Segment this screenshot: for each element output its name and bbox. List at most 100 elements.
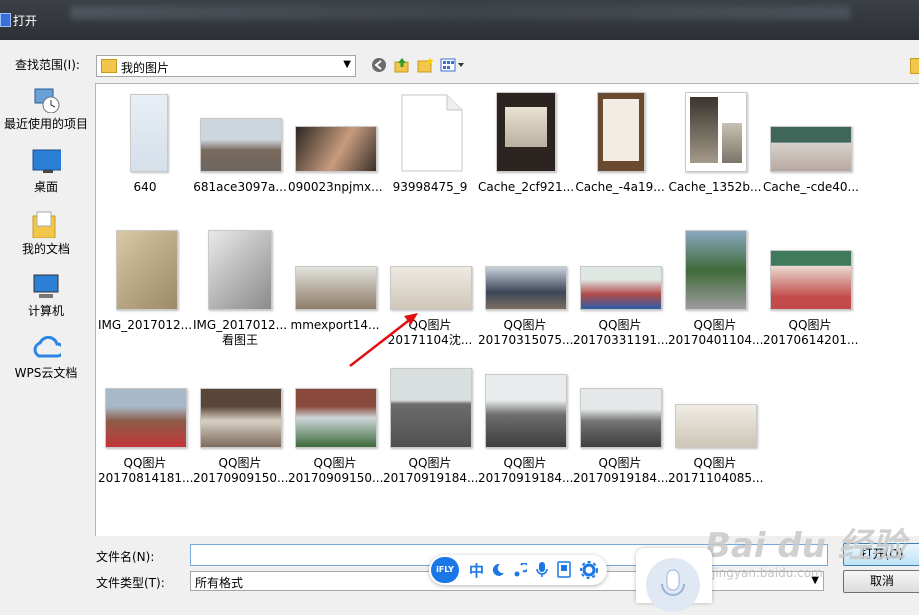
- file-name: QQ图片: [313, 456, 357, 470]
- place-recent-items[interactable]: 最近使用的项目: [0, 85, 92, 132]
- file-thumbnail: [200, 388, 282, 448]
- places-bar: 最近使用的项目 桌面 我的文档 计算机 WPS云文档: [0, 82, 92, 482]
- file-name: IMG_2017012...: [193, 318, 288, 332]
- file-name: QQ图片: [218, 456, 262, 470]
- ime-toolbar[interactable]: iFLY 中: [429, 555, 607, 585]
- file-thumbnail: [770, 250, 852, 310]
- file-item[interactable]: QQ图片 20170331191...: [573, 222, 669, 352]
- file-item[interactable]: QQ图片 20170919184...: [383, 360, 478, 490]
- recent-items-icon: [34, 88, 60, 113]
- file-item[interactable]: mmexport14...: [288, 222, 382, 352]
- file-name-line2: 20170919184...: [573, 471, 669, 485]
- file-list[interactable]: 640 681ace3097a... 090023npjmx... 939984…: [95, 83, 919, 536]
- file-thumbnail: [496, 92, 556, 172]
- file-thumbnail: [295, 266, 377, 310]
- file-item[interactable]: 640: [98, 84, 192, 204]
- file-name-line2: 20171104085...: [668, 471, 764, 485]
- file-name: QQ图片: [408, 456, 452, 470]
- filetype-label: 文件类型(T):: [96, 576, 165, 590]
- microphone-icon[interactable]: [535, 561, 549, 579]
- file-thumbnail: [580, 266, 662, 310]
- file-item[interactable]: QQ图片 20170909150...: [288, 360, 383, 490]
- file-item[interactable]: QQ图片 20170919184...: [478, 360, 574, 490]
- place-desktop[interactable]: 桌面: [0, 148, 92, 195]
- file-item[interactable]: IMG_2017012...: [98, 222, 192, 352]
- file-item[interactable]: QQ图片 20170919184...: [573, 360, 669, 490]
- file-name: 93998475_9: [392, 180, 468, 194]
- settings-gear-icon[interactable]: [580, 561, 598, 579]
- voice-input-panel[interactable]: [636, 548, 712, 612]
- file-item[interactable]: QQ图片 20171104沈...: [383, 222, 477, 352]
- cancel-button[interactable]: 取消: [843, 570, 919, 593]
- file-name: mmexport14...: [290, 318, 380, 332]
- generic-file-icon: [401, 94, 463, 172]
- file-thumbnail: [685, 230, 747, 310]
- file-name-line2: 20170614201...: [763, 333, 859, 347]
- file-name-line2: 看图王: [221, 333, 258, 347]
- file-thumbnail: [675, 404, 757, 448]
- file-item[interactable]: IMG_2017012... 看图王: [193, 222, 287, 352]
- file-item[interactable]: QQ图片 20171104085...: [668, 360, 764, 490]
- file-item[interactable]: 090023npjmx...: [288, 84, 383, 204]
- file-name-line2: 20170919184...: [478, 471, 574, 485]
- file-item[interactable]: Cache_2cf921...: [478, 84, 575, 204]
- documents-folder-icon: [32, 211, 56, 238]
- file-item[interactable]: QQ图片 20170909150...: [193, 360, 289, 490]
- file-name-line2: 20170401104...: [668, 333, 764, 347]
- place-wps-cloud[interactable]: WPS云文档: [0, 334, 92, 381]
- file-name: QQ图片: [503, 456, 547, 470]
- watermark-url: jingyan.baidu.com: [712, 566, 823, 580]
- window-title: 打开: [13, 14, 38, 28]
- file-name: 090023npjmx...: [288, 180, 383, 194]
- file-item[interactable]: QQ图片 20170814181...: [98, 360, 194, 490]
- file-name-line2: 20170814181...: [98, 471, 194, 485]
- file-name: QQ图片: [693, 318, 737, 332]
- file-name: QQ图片: [598, 456, 642, 470]
- file-name: QQ图片: [693, 456, 737, 470]
- file-item[interactable]: 681ace3097a...: [193, 84, 287, 204]
- app-icon: [0, 13, 11, 27]
- file-thumbnail: [116, 230, 178, 310]
- blurred-title-area: [70, 6, 850, 20]
- back-button[interactable]: [370, 56, 388, 74]
- lookin-label: 查找范围(I):: [15, 58, 80, 72]
- file-name: Cache_-4a19...: [575, 180, 665, 194]
- file-item[interactable]: QQ图片 20170614201...: [763, 222, 859, 352]
- file-name: 681ace3097a...: [193, 180, 287, 194]
- place-label: 桌面: [33, 180, 58, 194]
- folder-icon: [910, 58, 919, 74]
- view-grid-icon: [440, 58, 464, 72]
- place-label: 我的文档: [21, 242, 70, 256]
- new-folder-button[interactable]: [416, 56, 434, 74]
- file-name: Cache_-cde40...: [763, 180, 859, 194]
- place-label: 计算机: [27, 304, 64, 318]
- file-item[interactable]: Cache_-cde40...: [763, 84, 859, 204]
- place-computer[interactable]: 计算机: [0, 272, 92, 319]
- file-name: QQ图片: [123, 456, 167, 470]
- file-name: Cache_2cf921...: [478, 180, 575, 194]
- folder-icon: [101, 59, 117, 73]
- file-name-line2: 20170909150...: [193, 471, 289, 485]
- title-bar: 打开: [0, 0, 919, 40]
- ifly-logo[interactable]: iFLY: [431, 557, 459, 583]
- view-menu-button[interactable]: [440, 56, 466, 74]
- file-item[interactable]: 93998475_9: [383, 84, 477, 204]
- ime-mode-toggle[interactable]: 中: [469, 560, 484, 581]
- moon-icon[interactable]: [491, 563, 505, 577]
- file-item[interactable]: QQ图片 20170315075...: [478, 222, 573, 352]
- file-item[interactable]: QQ图片 20170401104...: [668, 222, 764, 352]
- file-item[interactable]: Cache_-4a19...: [573, 84, 667, 204]
- lookin-dropdown[interactable]: 我的图片 ▼: [96, 55, 356, 77]
- lookin-value: 我的图片: [121, 61, 170, 75]
- computer-icon: [33, 274, 59, 298]
- up-folder-button[interactable]: [393, 56, 411, 74]
- file-thumbnail: [295, 126, 377, 172]
- punctuation-icon[interactable]: [513, 563, 527, 577]
- file-thumbnail: [597, 92, 645, 172]
- keyboard-icon[interactable]: [557, 561, 571, 579]
- new-folder-icon: [417, 57, 434, 73]
- place-documents[interactable]: 我的文档: [0, 210, 92, 257]
- file-name-line2: 20170331191...: [573, 333, 669, 347]
- file-item[interactable]: Cache_1352b...: [668, 84, 762, 204]
- watermark-logo: Bai du 经验: [705, 526, 906, 566]
